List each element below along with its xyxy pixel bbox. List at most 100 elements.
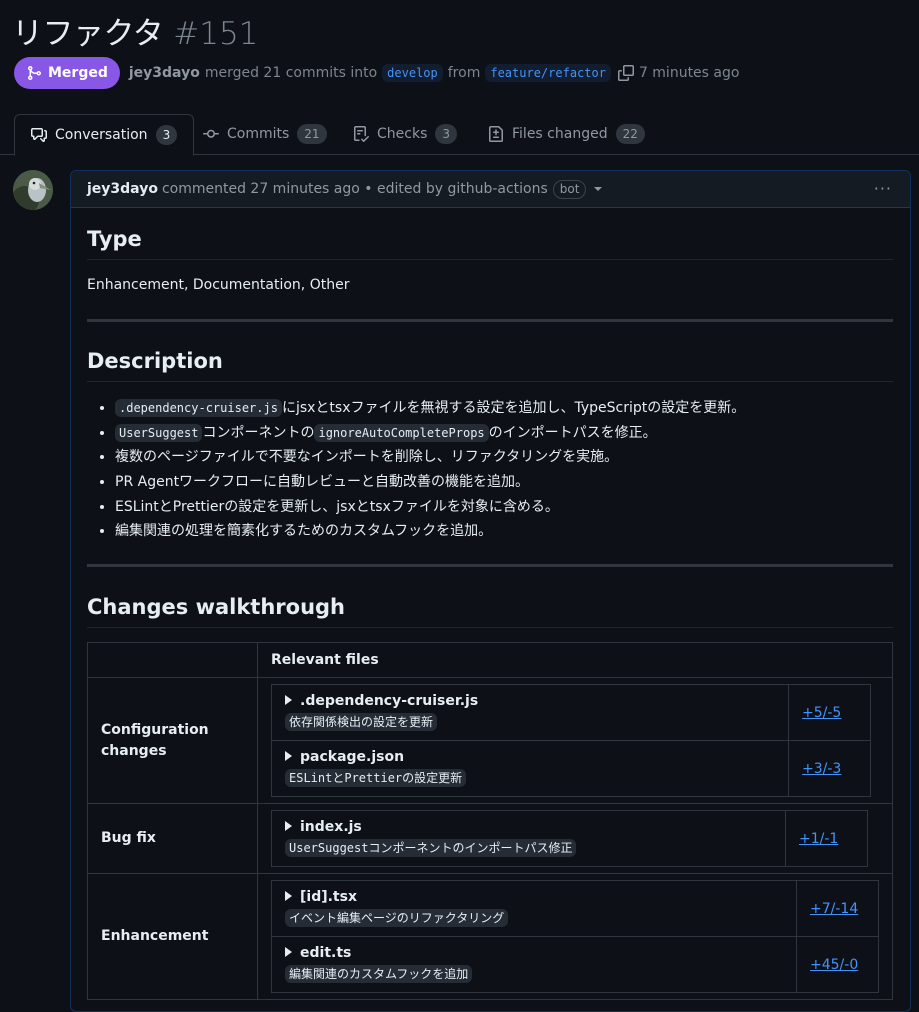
list-item: UserSuggestコンポーネントのignoreAutoCompletePro… xyxy=(115,422,895,447)
tab-files-changed[interactable]: Files changed 22 xyxy=(488,114,645,154)
files-cell: index.js UserSuggestコンポーネントのインポートパス修正 +1… xyxy=(257,803,893,874)
disclosure-triangle-icon[interactable] xyxy=(285,891,292,901)
file-entry[interactable]: package.json ESLintとPrettierの設定更新 xyxy=(271,740,789,797)
divider xyxy=(87,319,893,322)
category-cell: Bug fix xyxy=(87,803,258,874)
files-table: [id].tsx イベント編集ページのリファクタリング +7/-14 edit.… xyxy=(271,880,879,993)
diff-link[interactable]: +5/-5 xyxy=(802,705,841,721)
comment-menu-button[interactable]: ··· xyxy=(874,179,892,198)
diff-cell: +1/-1 xyxy=(785,810,868,867)
list-item-text: コンポーネントの xyxy=(202,424,315,441)
comment-author-link[interactable]: jey3dayo xyxy=(87,181,158,197)
diff-link[interactable]: +3/-3 xyxy=(802,761,841,777)
table-header-empty xyxy=(87,642,258,678)
checklist-icon xyxy=(354,126,369,142)
comment-header: jey3dayo commented 27 minutes ago • edit… xyxy=(71,171,910,208)
list-item-text: のインポートパスを修正。 xyxy=(488,424,657,441)
tab-checks[interactable]: Checks 3 xyxy=(353,114,458,154)
tab-counter: 22 xyxy=(615,124,645,144)
table-row: package.json ESLintとPrettierの設定更新 +3/-3 xyxy=(271,740,871,797)
avatar-image xyxy=(13,170,53,210)
list-item-text: ESLintとPrettierの設定を更新し、jsxとtsxファイルを対象に含め… xyxy=(115,498,559,515)
category-cell: Configuration changes xyxy=(87,677,258,804)
tab-label: Checks xyxy=(377,126,428,142)
diff-cell: +5/-5 xyxy=(788,684,871,741)
relevant-files-header: Relevant files xyxy=(257,642,893,678)
tab-conversation[interactable]: Conversation 3 xyxy=(14,114,195,156)
file-entry[interactable]: [id].tsx イベント編集ページのリファクタリング xyxy=(271,880,797,937)
list-item: ESLintとPrettierの設定を更新し、jsxとtsxファイルを対象に含め… xyxy=(115,496,895,521)
file-entry[interactable]: edit.ts 編集関連のカスタムフックを追加 xyxy=(271,936,797,993)
diff-link[interactable]: +1/-1 xyxy=(799,831,838,847)
diff-cell: +7/-14 xyxy=(796,880,879,937)
file-description: UserSuggestコンポーネントのインポートパス修正 xyxy=(285,839,577,857)
tab-label: Commits xyxy=(227,126,290,142)
merged-label: Merged xyxy=(48,65,108,81)
files-cell: [id].tsx イベント編集ページのリファクタリング +7/-14 edit.… xyxy=(257,873,893,1000)
file-name: edit.ts xyxy=(300,945,352,961)
table-row: edit.ts 編集関連のカスタムフックを追加 +45/-0 xyxy=(271,936,879,993)
pr-author-link[interactable]: jey3dayo xyxy=(129,65,200,81)
comment-discussion-icon xyxy=(31,128,47,142)
tab-label: Files changed xyxy=(512,126,608,142)
base-branch[interactable]: develop xyxy=(382,64,443,82)
table-row: index.js UserSuggestコンポーネントのインポートパス修正 +1… xyxy=(271,810,868,867)
file-name: [id].tsx xyxy=(300,889,357,905)
file-name: .dependency-cruiser.js xyxy=(300,693,479,709)
list-item-text: にjsxとtsxファイルを無視する設定を追加し、TypeScriptの設定を更新… xyxy=(281,400,746,416)
copy-icon[interactable] xyxy=(617,65,634,81)
file-description: イベント編集ページのリファクタリング xyxy=(285,909,509,927)
disclosure-triangle-icon[interactable] xyxy=(285,821,292,831)
diff-link[interactable]: +7/-14 xyxy=(810,901,858,917)
file-entry[interactable]: .dependency-cruiser.js 依存関係検出の設定を更新 xyxy=(271,684,789,741)
edit-history-dropdown-icon[interactable] xyxy=(594,187,603,191)
list-item: .dependency-cruiser.jsにjsxとtsxファイルを無視する設… xyxy=(115,397,895,422)
file-name: index.js xyxy=(300,819,362,835)
disclosure-triangle-icon[interactable] xyxy=(285,947,292,957)
disclosure-triangle-icon[interactable] xyxy=(285,695,292,705)
files-table: .dependency-cruiser.js 依存関係検出の設定を更新 +5/-… xyxy=(271,684,871,797)
bot-badge: bot xyxy=(552,179,587,199)
pr-tabs: Conversation 3 Commits 21 Checks 3 Files… xyxy=(0,114,919,156)
tab-label: Conversation xyxy=(55,127,148,143)
list-item: 複数のページファイルで不要なインポートを削除し、リファクタリングを実施。 xyxy=(115,446,895,471)
table-row: [id].tsx イベント編集ページのリファクタリング +7/-14 xyxy=(271,880,879,937)
changes-walkthrough-heading: Changes walkthrough xyxy=(87,595,893,628)
table-row: .dependency-cruiser.js 依存関係検出の設定を更新 +5/-… xyxy=(271,684,871,741)
from-text: from xyxy=(447,65,481,81)
git-merge-icon xyxy=(28,66,42,80)
avatar[interactable] xyxy=(13,170,53,210)
list-item: 編集関連の処理を簡素化するためのカスタムフックを追加。 xyxy=(115,520,895,545)
type-text: Enhancement, Documentation, Other xyxy=(87,277,350,293)
files-table: index.js UserSuggestコンポーネントのインポートパス修正 +1… xyxy=(271,810,868,867)
inline-code: ignoreAutoCompleteProps xyxy=(314,423,489,442)
disclosure-triangle-icon[interactable] xyxy=(285,751,292,761)
tab-commits[interactable]: Commits 21 xyxy=(203,114,327,154)
diff-link[interactable]: +45/-0 xyxy=(810,957,858,973)
diff-cell: +45/-0 xyxy=(796,936,879,993)
file-entry[interactable]: index.js UserSuggestコンポーネントのインポートパス修正 xyxy=(271,810,786,867)
files-cell: .dependency-cruiser.js 依存関係検出の設定を更新 +5/-… xyxy=(257,677,893,804)
pr-number: #151 xyxy=(173,16,259,52)
category-cell: Enhancement xyxy=(87,873,258,1000)
file-description: 編集関連のカスタムフックを追加 xyxy=(285,965,473,983)
pr-description-comment: jey3dayo commented 27 minutes ago • edit… xyxy=(70,170,911,1012)
tab-counter: 3 xyxy=(155,125,178,145)
file-description: 依存関係検出の設定を更新 xyxy=(285,713,438,731)
list-item: PR Agentワークフローに自動レビューと自動改善の機能を追加。 xyxy=(115,471,895,496)
merged-state-badge: Merged xyxy=(14,57,120,89)
head-branch[interactable]: feature/refactor xyxy=(485,64,611,82)
inline-code: .dependency-cruiser.js xyxy=(115,399,282,417)
list-item-text: PR Agentワークフローに自動レビューと自動改善の機能を追加。 xyxy=(115,474,530,491)
merge-text: merged 21 commits into xyxy=(204,65,378,81)
file-description: ESLintとPrettierの設定更新 xyxy=(285,769,467,787)
file-name: package.json xyxy=(300,749,405,765)
pr-title-row: リファクタ #151 xyxy=(12,8,258,53)
description-list: .dependency-cruiser.jsにjsxとtsxファイルを無視する設… xyxy=(87,397,895,545)
inline-code: UserSuggest xyxy=(115,423,203,442)
tab-counter: 3 xyxy=(435,124,458,144)
merge-time: 7 minutes ago xyxy=(638,65,740,81)
comment-action-text: commented 27 minutes ago • edited by git… xyxy=(161,181,548,197)
list-item-text: 編集関連の処理を簡素化するためのカスタムフックを追加。 xyxy=(115,523,493,540)
pr-meta: Merged jey3dayo merged 21 commits into d… xyxy=(14,57,739,89)
